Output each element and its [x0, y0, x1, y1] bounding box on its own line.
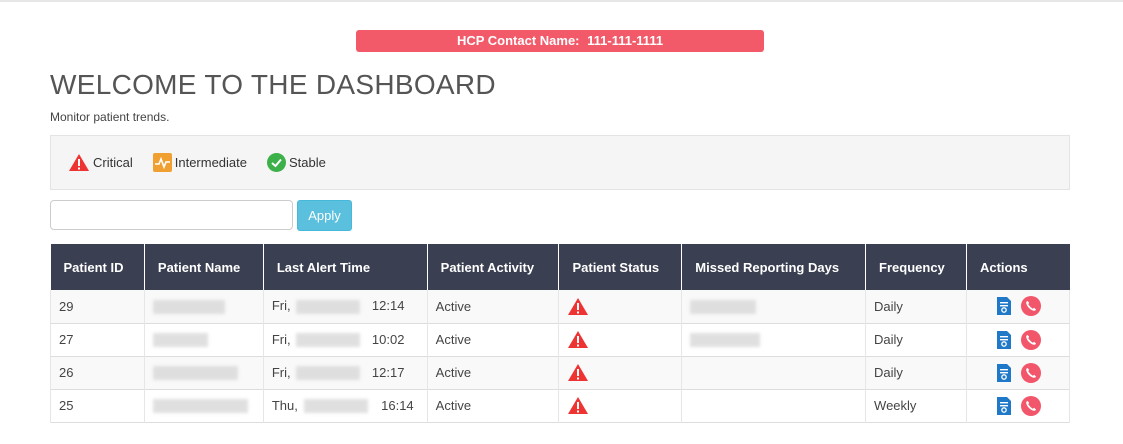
phone-icon[interactable] — [1020, 329, 1041, 350]
cell-patient-name — [143, 389, 264, 422]
cell-patient-activity: Active — [426, 290, 560, 323]
redacted-name — [152, 399, 248, 414]
legend-intermediate: Intermediate — [152, 153, 247, 172]
critical-warning-icon — [568, 364, 589, 381]
hcp-label: HCP Contact Name: — [456, 33, 580, 48]
document-icon[interactable] — [996, 297, 1011, 316]
alert-time: 16:14 — [381, 397, 414, 413]
page-subtitle: Monitor patient trends. — [50, 110, 170, 124]
document-icon[interactable] — [996, 330, 1011, 349]
cell-actions — [965, 323, 1071, 356]
redacted-name — [152, 333, 208, 348]
apply-button[interactable]: Apply — [297, 200, 352, 231]
cell-actions — [965, 290, 1071, 323]
cell-actions — [965, 356, 1071, 389]
cell-missed-reporting-days — [681, 323, 867, 356]
phone-icon[interactable] — [1020, 296, 1041, 317]
cell-last-alert-time: Fri, 10:02 — [262, 323, 428, 356]
cell-patient-id: 26 — [50, 356, 145, 389]
column-missed-reporting-days[interactable]: Missed Reporting Days — [681, 244, 867, 290]
table-row[interactable]: 25 Thu, 16:14 Active Weekly — [50, 389, 1071, 422]
intermediate-pulse-icon — [152, 153, 172, 172]
cell-patient-activity: Active — [426, 323, 560, 356]
cell-missed-reporting-days — [681, 356, 867, 389]
document-icon[interactable] — [996, 363, 1011, 382]
cell-frequency: Daily — [865, 290, 967, 323]
redacted-missed-days — [690, 300, 757, 315]
redacted-date — [296, 366, 361, 381]
cell-missed-reporting-days — [681, 290, 867, 323]
stable-check-icon — [267, 153, 286, 172]
cell-patient-status — [558, 323, 683, 356]
table-row[interactable]: 26 Fri, 12:17 Active Daily — [50, 356, 1071, 389]
alert-time: 10:02 — [371, 331, 405, 347]
page-title: WELCOME TO THE DASHBOARD — [50, 69, 496, 100]
column-patient-activity[interactable]: Patient Activity — [427, 244, 560, 290]
cell-patient-status — [558, 290, 683, 323]
column-patient-name[interactable]: Patient Name — [144, 244, 264, 290]
patients-table: Patient ID Patient Name Last Alert Time … — [50, 244, 1071, 423]
column-frequency[interactable]: Frequency — [865, 244, 967, 290]
redacted-date — [296, 333, 361, 348]
cell-patient-activity: Active — [426, 389, 560, 422]
cell-missed-reporting-days — [681, 389, 867, 422]
cell-actions — [965, 389, 1071, 422]
hcp-value: 111-111-1111 — [587, 33, 664, 48]
critical-warning-icon — [69, 154, 89, 171]
legend-critical-label: Critical — [93, 155, 133, 170]
column-actions: Actions — [979, 259, 1028, 275]
alert-day: Fri, — [271, 364, 291, 380]
cell-patient-name — [143, 356, 264, 389]
cell-patient-name — [143, 323, 264, 356]
table-row[interactable]: 29 Fri, 12:14 Active Daily — [50, 290, 1071, 323]
cell-patient-status — [558, 356, 683, 389]
cell-frequency: Daily — [865, 356, 967, 389]
cell-patient-activity: Active — [426, 356, 560, 389]
legend-stable: Stable — [267, 153, 326, 172]
cell-patient-status — [558, 389, 683, 422]
critical-warning-icon — [568, 397, 589, 414]
column-patient-id[interactable]: Patient ID — [50, 244, 145, 290]
table-header-row: Patient ID Patient Name Last Alert Time … — [50, 244, 1070, 290]
legend-critical: Critical — [68, 153, 133, 172]
cell-patient-id: 25 — [50, 389, 145, 422]
phone-icon[interactable] — [1020, 362, 1041, 383]
cell-last-alert-time: Fri, 12:14 — [262, 290, 428, 323]
alert-day: Fri, — [271, 331, 291, 347]
table-row[interactable]: 27 Fri, 10:02 Active Daily — [50, 323, 1071, 356]
cell-last-alert-time: Thu, 16:14 — [262, 389, 428, 422]
legend-intermediate-label: Intermediate — [174, 155, 247, 170]
cell-patient-id: 29 — [50, 290, 145, 323]
top-divider — [0, 0, 1123, 2]
critical-warning-icon — [568, 331, 589, 348]
critical-warning-icon — [568, 297, 589, 315]
alert-day: Fri, — [271, 298, 291, 314]
alert-time: 12:17 — [371, 364, 405, 380]
hcp-contact-banner: HCP Contact Name: 111-111-1111 — [356, 30, 764, 52]
status-legend: Critical Intermediate Stable — [50, 135, 1070, 190]
cell-patient-name — [143, 290, 264, 323]
search-input[interactable] — [50, 200, 293, 230]
document-icon[interactable] — [996, 396, 1011, 415]
phone-icon[interactable] — [1020, 395, 1041, 416]
legend-stable-label: Stable — [289, 155, 326, 170]
column-patient-status[interactable]: Patient Status — [558, 244, 683, 290]
cell-patient-id: 27 — [50, 323, 145, 356]
cell-last-alert-time: Fri, 12:17 — [262, 356, 428, 389]
redacted-date — [296, 300, 361, 315]
alert-time: 12:14 — [371, 298, 405, 314]
redacted-name — [152, 366, 238, 381]
redacted-name — [152, 300, 225, 315]
cell-frequency: Weekly — [865, 389, 967, 422]
column-last-alert-time[interactable]: Last Alert Time — [263, 244, 428, 290]
cell-frequency: Daily — [865, 323, 967, 356]
alert-day: Thu, — [271, 397, 298, 413]
redacted-date — [303, 399, 368, 414]
redacted-missed-days — [690, 333, 761, 348]
